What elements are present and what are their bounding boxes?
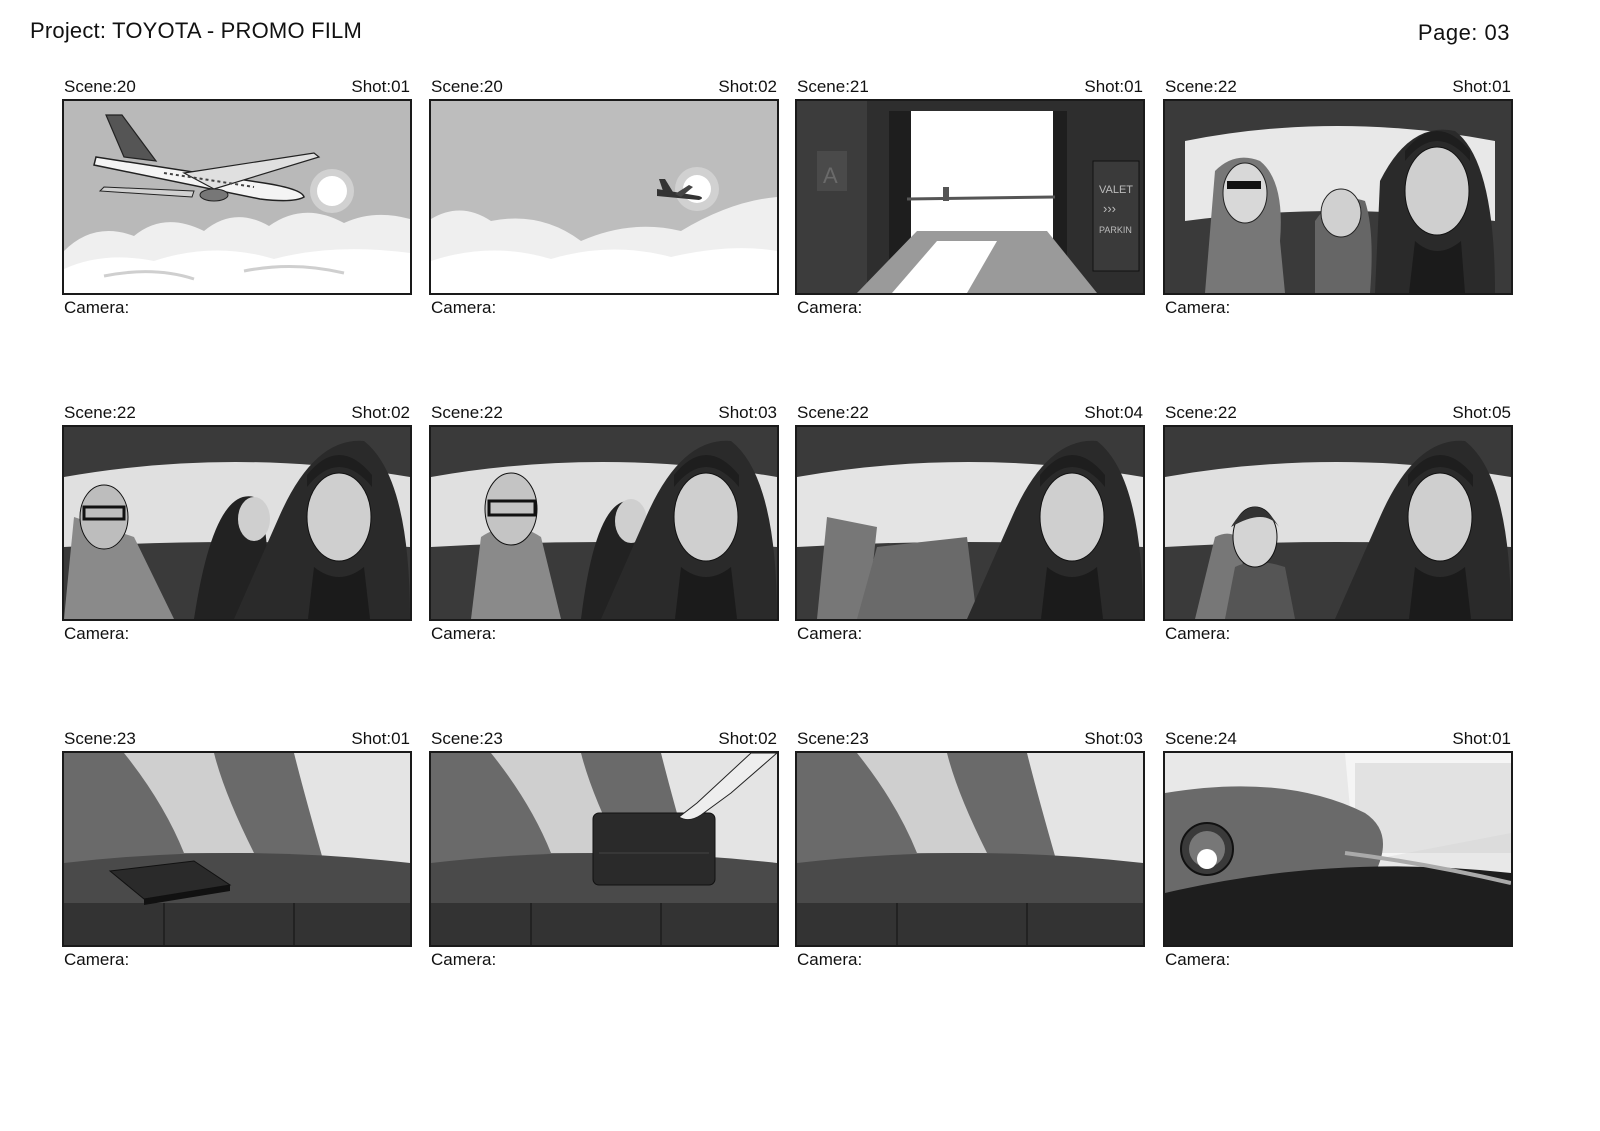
camera-label: Camera: (64, 624, 130, 643)
storyboard-panel: Scene:23 Shot:01 Camera: (62, 728, 412, 969)
storyboard-panel: Scene:22 Shot:04 Camera: (795, 402, 1145, 643)
scene-label: Scene:21 (797, 77, 869, 96)
panel-frame (795, 751, 1145, 947)
driver-with-passengers-illustration (431, 427, 777, 619)
shot-label: Shot:03 (1084, 729, 1143, 748)
scene-label: Scene:23 (64, 729, 136, 748)
car-dashboard-illustration (1165, 753, 1511, 945)
shot-label: Shot:04 (1084, 403, 1143, 422)
panel-header: Scene:22 Shot:03 (431, 404, 777, 422)
camera-label: Camera: (431, 950, 497, 969)
storyboard-row: Scene:23 Shot:01 Camera: Scene:23 Shot:0… (62, 728, 1550, 1054)
camera-label: Camera: (1165, 298, 1231, 317)
storyboard-panel: Scene:22 Shot:05 Camera: (1163, 402, 1513, 643)
shot-label: Shot:03 (718, 403, 777, 422)
panel-frame (429, 99, 779, 295)
panel-frame (1163, 425, 1513, 621)
page-number: Page: 03 (1417, 20, 1510, 45)
storyboard-row: Scene:20 Shot:01 Camera: Scene:20 Shot:0… (62, 76, 1550, 402)
panel-header: Scene:22 Shot:01 (1165, 78, 1511, 96)
scene-label: Scene:22 (1165, 77, 1237, 96)
empty-back-seat-illustration (797, 753, 1143, 945)
svg-text:›››: ››› (1103, 201, 1116, 216)
panel-frame (1163, 751, 1513, 947)
shot-label: Shot:02 (351, 403, 410, 422)
valet-sign-text: VALET (1099, 184, 1133, 196)
panel-frame (62, 425, 412, 621)
camera-label: Camera: (797, 624, 863, 643)
storyboard-row: Scene:22 Shot:02 Camera: Scene:22 Shot:0… (62, 402, 1550, 728)
shot-label: Shot:01 (1452, 77, 1511, 96)
hand-lifting-case-illustration (431, 753, 777, 945)
panel-header: Scene:23 Shot:02 (431, 730, 777, 748)
storyboard-panel: Scene:23 Shot:03 Camera: (795, 728, 1145, 969)
panel-header: Scene:21 Shot:01 (797, 78, 1143, 96)
project-title: Project: TOYOTA - PROMO FILM (30, 18, 362, 43)
storyboard-panel: Scene:20 Shot:01 Camera: (62, 76, 412, 317)
scene-label: Scene:23 (431, 729, 503, 748)
camera-label: Camera: (797, 950, 863, 969)
camera-label: Camera: (1165, 624, 1231, 643)
panel-header: Scene:20 Shot:02 (431, 78, 777, 96)
storyboard-panel: Scene:22 Shot:01 Camera: (1163, 76, 1513, 317)
page-header: Project: TOYOTA - PROMO FILM Page: 03 (30, 18, 1510, 48)
shot-label: Shot:02 (718, 729, 777, 748)
storyboard-panel: Scene:21 Shot:01 A VALET ››› PARKIN Came… (795, 76, 1145, 317)
panel-header: Scene:22 Shot:05 (1165, 404, 1511, 422)
panel-header: Scene:23 Shot:01 (64, 730, 410, 748)
scene-label: Scene:20 (431, 77, 503, 96)
storyboard-panel: Scene:24 Shot:01 Camera: (1163, 728, 1513, 969)
camera-label: Camera: (64, 298, 130, 317)
scene-label: Scene:20 (64, 77, 136, 96)
storyboard-panel: Scene:20 Shot:02 Camera: (429, 76, 779, 317)
shot-label: Shot:01 (1084, 77, 1143, 96)
scene-label: Scene:24 (1165, 729, 1237, 748)
camera-label: Camera: (797, 298, 863, 317)
panel-header: Scene:23 Shot:03 (797, 730, 1143, 748)
storyboard-panel: Scene:22 Shot:02 Camera: (62, 402, 412, 643)
camera-label: Camera: (431, 298, 497, 317)
panel-header: Scene:20 Shot:01 (64, 78, 410, 96)
distant-airplane-illustration (431, 101, 777, 293)
panel-frame: A VALET ››› PARKIN (795, 99, 1145, 295)
camera-label: Camera: (431, 624, 497, 643)
scene-label: Scene:22 (1165, 403, 1237, 422)
airplane-in-sky-illustration (64, 101, 410, 293)
shot-label: Shot:01 (351, 77, 410, 96)
driver-alone-illustration (797, 427, 1143, 619)
driver-with-passengers-illustration (64, 427, 410, 619)
parking-sign-text: PARKIN (1099, 225, 1132, 235)
scene-label: Scene:22 (797, 403, 869, 422)
panel-frame (429, 425, 779, 621)
panel-frame (62, 751, 412, 947)
valet-parking-garage-illustration: A VALET ››› PARKIN (797, 101, 1143, 293)
car-interior-passengers-illustration (1165, 101, 1511, 293)
door-letter: A (823, 163, 838, 188)
back-seat-with-case-illustration (64, 753, 410, 945)
scene-label: Scene:22 (64, 403, 136, 422)
panel-header: Scene:24 Shot:01 (1165, 730, 1511, 748)
storyboard-grid: Scene:20 Shot:01 Camera: Scene:20 Shot:0… (62, 76, 1550, 1054)
driver-with-woman-passenger-illustration (1165, 427, 1511, 619)
panel-frame (1163, 99, 1513, 295)
storyboard-panel: Scene:23 Shot:02 Camera: (429, 728, 779, 969)
panel-header: Scene:22 Shot:04 (797, 404, 1143, 422)
panel-frame (795, 425, 1145, 621)
scene-label: Scene:23 (797, 729, 869, 748)
shot-label: Shot:05 (1452, 403, 1511, 422)
shot-label: Shot:01 (1452, 729, 1511, 748)
camera-label: Camera: (64, 950, 130, 969)
panel-header: Scene:22 Shot:02 (64, 404, 410, 422)
panel-frame (62, 99, 412, 295)
shot-label: Shot:01 (351, 729, 410, 748)
panel-frame (429, 751, 779, 947)
case-icon (592, 812, 716, 886)
camera-label: Camera: (1165, 950, 1231, 969)
shot-label: Shot:02 (718, 77, 777, 96)
scene-label: Scene:22 (431, 403, 503, 422)
storyboard-panel: Scene:22 Shot:03 Camera: (429, 402, 779, 643)
